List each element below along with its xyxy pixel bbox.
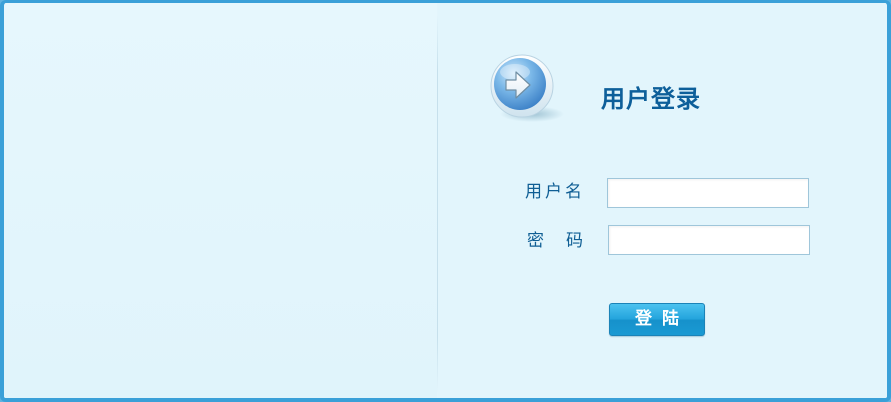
username-label: 用户名 [525,182,585,202]
password-label: 密码 [527,231,605,251]
username-input[interactable] [607,178,809,208]
login-button[interactable]: 登陆 [609,303,705,336]
arrow-right-circle-icon [490,54,564,122]
password-input[interactable] [608,225,810,255]
left-panel [4,3,437,398]
page-title: 用户登录 [601,84,701,113]
